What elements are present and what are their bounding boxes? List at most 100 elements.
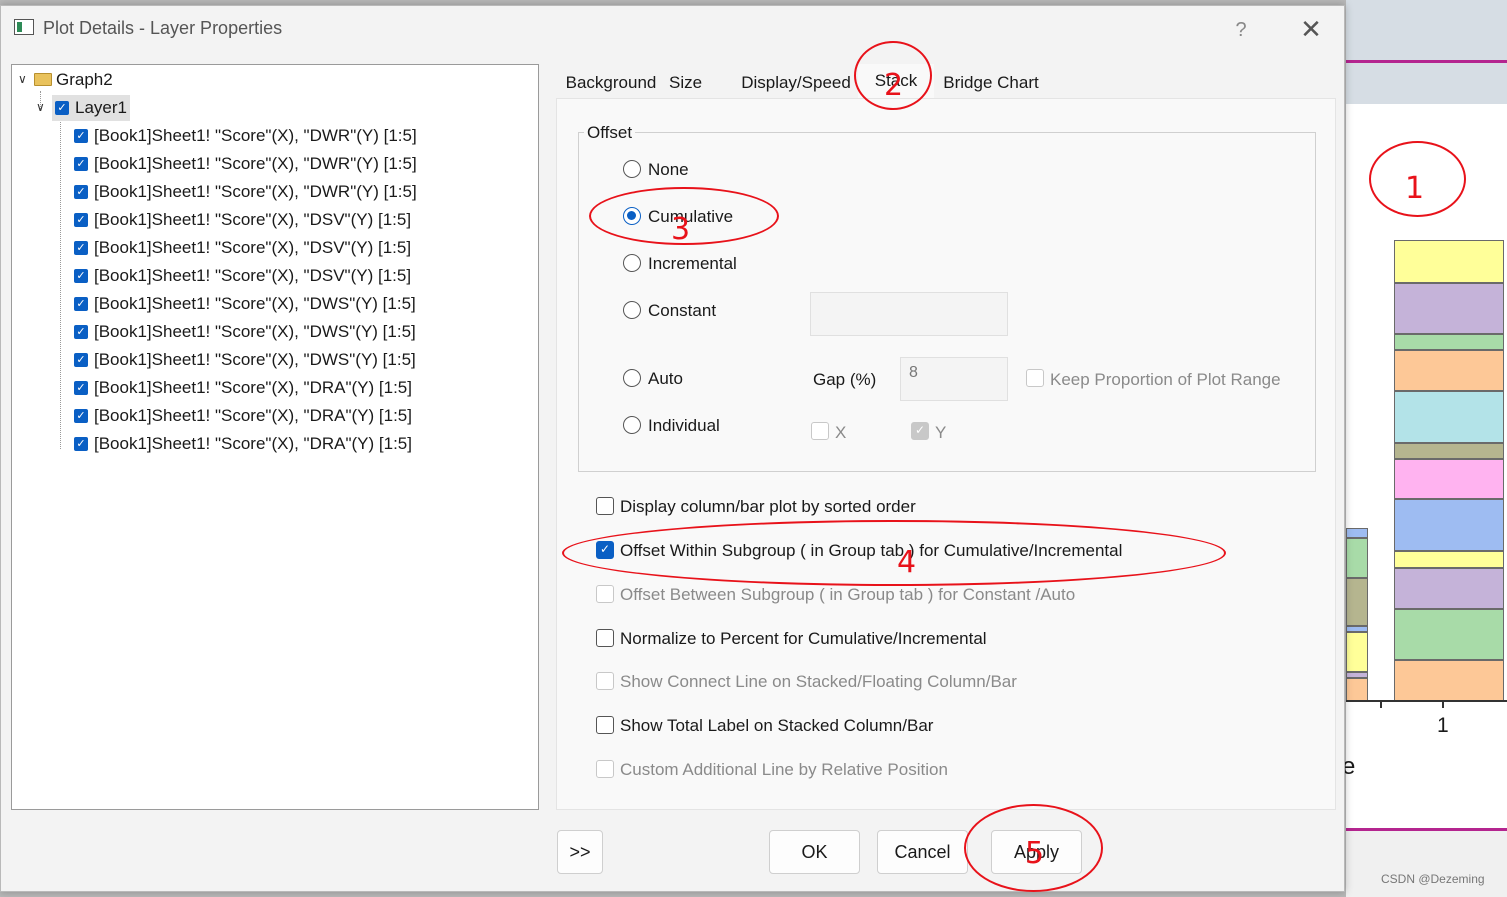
x-checkbox-label: X xyxy=(835,423,847,442)
x-axis-line xyxy=(1346,700,1507,702)
checkbox-checked-icon[interactable]: ✓ xyxy=(74,213,88,227)
normalize-percent-checkbox[interactable] xyxy=(596,629,614,647)
stacked-bar-segment xyxy=(1394,350,1504,391)
stacked-bar-segment xyxy=(1394,443,1504,459)
checkbox-checked-icon[interactable]: ✓ xyxy=(74,437,88,451)
keep-proportion-checkbox[interactable] xyxy=(1026,369,1044,387)
checkbox-checked-icon[interactable]: ✓ xyxy=(74,325,88,339)
annotation-number-1: 1 xyxy=(1405,171,1425,206)
radio-incremental-label: Incremental xyxy=(648,254,737,273)
total-label-checkbox[interactable] xyxy=(596,716,614,734)
checkbox-checked-icon[interactable]: ✓ xyxy=(74,353,88,367)
tree-item-plot[interactable]: [Book1]Sheet1! "Score"(X), "DWR"(Y) [1:5… xyxy=(94,179,417,205)
radio-individual[interactable] xyxy=(623,416,641,434)
tab-size[interactable]: Size xyxy=(665,66,733,100)
tree-item-plot[interactable]: [Book1]Sheet1! "Score"(X), "DRA"(Y) [1:5… xyxy=(94,403,412,429)
title-bar[interactable]: Plot Details - Layer Properties ? ✕ xyxy=(1,6,1346,50)
tree-item-plot[interactable]: [Book1]Sheet1! "Score"(X), "DSV"(Y) [1:5… xyxy=(94,263,411,289)
close-button[interactable]: ✕ xyxy=(1296,16,1326,44)
total-label-label: Show Total Label on Stacked Column/Bar xyxy=(620,716,934,735)
checkbox-checked-icon[interactable]: ✓ xyxy=(74,129,88,143)
annotation-number-3: 3 xyxy=(671,212,691,247)
checkbox-checked-icon[interactable]: ✓ xyxy=(74,297,88,311)
annotation-number-4: 4 xyxy=(897,545,917,580)
checkbox-checked-icon[interactable]: ✓ xyxy=(74,381,88,395)
y-checkbox-label: Y xyxy=(935,423,947,442)
tree-item-plot[interactable]: [Book1]Sheet1! "Score"(X), "DWS"(Y) [1:5… xyxy=(94,291,416,317)
partial-bar-segment xyxy=(1346,578,1368,626)
offset-group-title: Offset xyxy=(584,123,636,143)
tree-item-plot[interactable]: [Book1]Sheet1! "Score"(X), "DWS"(Y) [1:5… xyxy=(94,319,416,345)
radio-auto-label: Auto xyxy=(648,369,683,388)
tree-item-plot[interactable]: [Book1]Sheet1! "Score"(X), "DRA"(Y) [1:5… xyxy=(94,375,412,401)
normalize-percent-label: Normalize to Percent for Cumulative/Incr… xyxy=(620,629,987,648)
radio-constant-label: Constant xyxy=(648,301,717,320)
tree-item-plot[interactable]: [Book1]Sheet1! "Score"(X), "DWS"(Y) [1:5… xyxy=(94,347,416,373)
x-checkbox[interactable] xyxy=(811,422,829,440)
connect-line-label: Show Connect Line on Stacked/Floating Co… xyxy=(620,672,1017,691)
layer-frame-top xyxy=(1346,60,1507,63)
constant-value-input[interactable] xyxy=(810,292,1008,336)
annotation-number-5: 5 xyxy=(1025,836,1045,871)
partial-bar-segment xyxy=(1346,632,1368,672)
checkbox-checked-icon[interactable]: ✓ xyxy=(55,101,69,115)
chevron-down-icon[interactable]: ∨ xyxy=(36,100,45,114)
stacked-bar-segment xyxy=(1394,334,1504,350)
y-checkbox[interactable]: ✓ xyxy=(911,422,929,440)
x-axis-tick xyxy=(1380,700,1382,708)
gap-percent-input[interactable]: 8 xyxy=(900,357,1008,401)
tree-item-plot[interactable]: [Book1]Sheet1! "Score"(X), "DSV"(Y) [1:5… xyxy=(94,235,411,261)
plot-details-dialog: Plot Details - Layer Properties ? ✕ ∨ Gr… xyxy=(0,5,1345,892)
help-button[interactable]: ? xyxy=(1226,16,1256,44)
radio-incremental[interactable] xyxy=(623,254,641,272)
radio-constant[interactable] xyxy=(623,301,641,319)
tab-display-speed[interactable]: Display/Speed xyxy=(735,66,857,100)
x-axis-tick-label: 1 xyxy=(1437,714,1449,737)
tree-item-plot[interactable]: [Book1]Sheet1! "Score"(X), "DSV"(Y) [1:5… xyxy=(94,207,411,233)
expand-button[interactable]: >> xyxy=(557,830,603,874)
checkbox-checked-icon[interactable]: ✓ xyxy=(74,185,88,199)
stacked-bar-segment xyxy=(1394,568,1504,609)
chevron-down-icon[interactable]: ∨ xyxy=(18,72,27,86)
watermark: CSDN @Dezeming xyxy=(1381,872,1485,886)
app-icon xyxy=(14,19,34,35)
stacked-bar-segment xyxy=(1394,499,1504,551)
radio-none[interactable] xyxy=(623,160,641,178)
stacked-bar-segment xyxy=(1394,459,1504,499)
background-graph-window: 1 e xyxy=(1342,0,1507,897)
between-subgroup-checkbox[interactable] xyxy=(596,585,614,603)
partial-bar-segment xyxy=(1346,678,1368,701)
graph-toolbar-band xyxy=(1346,0,1507,104)
custom-line-label: Custom Additional Line by Relative Posit… xyxy=(620,760,948,779)
keep-proportion-label: Keep Proportion of Plot Range xyxy=(1050,370,1281,389)
window-title: Plot Details - Layer Properties xyxy=(43,18,283,38)
radio-auto[interactable] xyxy=(623,369,641,387)
sorted-order-checkbox[interactable] xyxy=(596,497,614,515)
x-axis-tick xyxy=(1442,700,1444,708)
connect-line-checkbox[interactable] xyxy=(596,672,614,690)
checkbox-checked-icon[interactable]: ✓ xyxy=(74,409,88,423)
tree-item-layer[interactable]: Layer1 xyxy=(75,95,127,121)
cancel-button[interactable]: Cancel xyxy=(877,830,968,874)
checkbox-checked-icon[interactable]: ✓ xyxy=(74,241,88,255)
tab-background[interactable]: Background xyxy=(559,66,663,100)
checkbox-checked-icon[interactable]: ✓ xyxy=(74,269,88,283)
folder-icon xyxy=(34,73,52,86)
checkbox-checked-icon[interactable]: ✓ xyxy=(74,157,88,171)
tree-item-plot[interactable]: [Book1]Sheet1! "Score"(X), "DWR"(Y) [1:5… xyxy=(94,123,417,149)
custom-line-checkbox[interactable] xyxy=(596,760,614,778)
partial-bar-segment xyxy=(1346,538,1368,578)
stacked-bar-segment xyxy=(1394,283,1504,334)
ok-button[interactable]: OK xyxy=(769,830,860,874)
tree-item-plot[interactable]: [Book1]Sheet1! "Score"(X), "DRA"(Y) [1:5… xyxy=(94,431,412,457)
stacked-bar-segment xyxy=(1394,240,1504,283)
tab-bridge-chart[interactable]: Bridge Chart xyxy=(936,66,1046,100)
stacked-bar-segment xyxy=(1394,660,1504,701)
stacked-bar-segment xyxy=(1394,551,1504,568)
tree-item-graph[interactable]: Graph2 xyxy=(56,67,113,93)
plot-tree-view[interactable]: ∨ Graph2 ∨ ✓ Layer1 ✓ [Book1]Sheet1! "Sc… xyxy=(11,64,539,810)
tree-item-plot[interactable]: [Book1]Sheet1! "Score"(X), "DWR"(Y) [1:5… xyxy=(94,151,417,177)
stacked-bar-segment xyxy=(1394,609,1504,660)
layer-frame-bottom xyxy=(1346,828,1507,831)
radio-individual-label: Individual xyxy=(648,416,720,435)
